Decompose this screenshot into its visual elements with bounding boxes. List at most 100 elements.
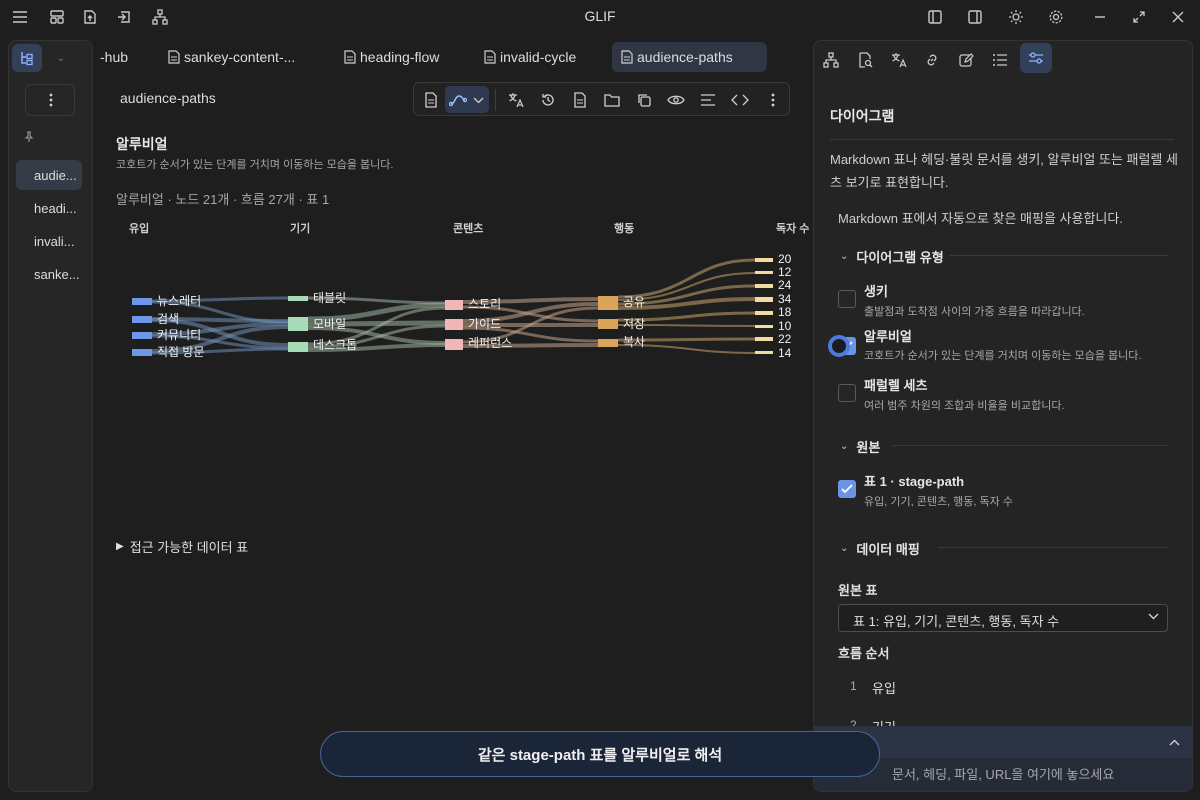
settings-gear-icon[interactable]	[1046, 7, 1066, 27]
tab-label: -hub	[100, 49, 129, 65]
node-desktop[interactable]	[288, 342, 308, 352]
nodes-action	[598, 296, 618, 347]
stage-label-device: 기기	[290, 221, 310, 235]
minimize-icon[interactable]	[1090, 7, 1110, 27]
node-save[interactable]	[598, 319, 618, 329]
translate-icon[interactable]	[505, 89, 527, 111]
diagram-type-section-toggle[interactable]: ⌄ 다이어그램 유형	[840, 247, 944, 266]
node-guide[interactable]	[445, 319, 463, 330]
node-reader-24[interactable]	[755, 284, 773, 288]
node-tablet[interactable]	[288, 296, 308, 301]
hierarchy-icon[interactable]	[817, 46, 845, 74]
divider	[938, 547, 1168, 548]
node-label: 가이드	[468, 317, 501, 331]
more-vertical-icon[interactable]	[762, 89, 784, 111]
node-community[interactable]	[132, 332, 152, 339]
file-item-invalid-cycle[interactable]: invali...	[16, 226, 82, 256]
node-reader-20[interactable]	[755, 258, 773, 262]
sliders-icon[interactable]	[1020, 43, 1052, 73]
node-label: 검색	[157, 312, 179, 326]
node-reference[interactable]	[445, 339, 463, 350]
tab-invalid-cycle[interactable]: invalid-cycle	[484, 42, 576, 72]
diagram-type-dropdown[interactable]	[445, 86, 489, 113]
section-heading: 데이터 매핑	[856, 542, 920, 557]
list-icon[interactable]	[986, 46, 1014, 74]
tab-sankey-content[interactable]: sankey-content-...	[168, 42, 295, 72]
file-item-audience-paths[interactable]: audie...	[16, 160, 82, 190]
code-icon[interactable]	[729, 89, 751, 111]
node-label: 공유	[623, 295, 645, 309]
mapping-section-toggle[interactable]: ⌄ 데이터 매핑	[840, 539, 920, 558]
node-reader-34[interactable]	[755, 297, 773, 302]
source-table-checkbox[interactable]	[838, 480, 856, 498]
edit-icon[interactable]	[952, 46, 980, 74]
node-newsletter[interactable]	[132, 298, 152, 305]
link-icon[interactable]	[918, 46, 946, 74]
copy-icon[interactable]	[633, 89, 655, 111]
file-item-heading-flow[interactable]: headi...	[16, 193, 82, 223]
file-search-icon[interactable]	[851, 46, 879, 74]
file-icon	[484, 50, 496, 64]
right-sidebar: 다이어그램 Markdown 표나 헤딩·불릿 문서를 생키, 알루비얼 또는 …	[813, 40, 1193, 792]
theme-sun-icon[interactable]	[1006, 7, 1026, 27]
divider	[892, 445, 1168, 446]
parallel-sets-checkbox[interactable]	[838, 384, 856, 402]
chevron-down-icon[interactable]: ⌄	[49, 50, 73, 66]
node-reader-22[interactable]	[755, 337, 773, 341]
node-reader-18[interactable]	[755, 311, 773, 315]
node-search[interactable]	[132, 316, 152, 323]
tab-bar: -hub sankey-content-... heading-flow inv…	[94, 40, 810, 76]
node-direct[interactable]	[132, 349, 152, 356]
node-label: 34	[778, 292, 792, 306]
flow-order-item[interactable]: 2 기기	[838, 713, 1168, 727]
interpret-as-alluvial-button[interactable]: 같은 stage-path 표를 알루비얼로 해석	[320, 731, 880, 777]
node-reader-12[interactable]	[755, 271, 773, 274]
eye-icon[interactable]	[665, 89, 687, 111]
maximize-icon[interactable]	[1129, 7, 1149, 27]
tab-label: heading-flow	[360, 49, 440, 65]
stage-label-reader: 독자 수	[776, 221, 809, 235]
more-menu-button[interactable]	[25, 84, 75, 116]
history-icon[interactable]	[537, 89, 559, 111]
sankey-checkbox[interactable]	[838, 290, 856, 308]
nodes-device	[288, 296, 308, 352]
auto-mapping-note: Markdown 표에서 자동으로 찾은 매핑을 사용합니다.	[838, 211, 1123, 226]
node-copy[interactable]	[598, 339, 618, 347]
tab-audience-paths[interactable]: audience-paths	[612, 42, 767, 72]
chevron-up-icon[interactable]	[1166, 734, 1182, 750]
title-bar: GLIF	[0, 0, 1200, 34]
file-item-sankey[interactable]: sanke...	[16, 259, 82, 289]
left-sidebar-toggle-icon[interactable]	[925, 7, 945, 27]
tab-heading-flow[interactable]: heading-flow	[344, 42, 439, 72]
node-label: 데스크톱	[313, 338, 357, 352]
close-icon[interactable]	[1168, 7, 1188, 27]
tab-hub[interactable]: -hub	[100, 42, 128, 72]
right-sidebar-toggle-icon[interactable]	[965, 7, 985, 27]
document-icon[interactable]	[569, 89, 591, 111]
source-section-toggle[interactable]: ⌄ 원본	[840, 437, 880, 456]
document-name: audience-paths	[120, 90, 216, 106]
node-mobile[interactable]	[288, 317, 308, 331]
align-left-icon[interactable]	[697, 89, 719, 111]
node-label: 24	[778, 278, 792, 292]
flow-order-label: 흐름 순서	[838, 646, 890, 661]
node-reader-14[interactable]	[755, 351, 773, 354]
node-reader-10[interactable]	[755, 325, 773, 328]
option-desc: 출발점과 도착점 사이의 가중 흐름을 따라갑니다.	[864, 306, 1085, 318]
node-story[interactable]	[445, 300, 463, 310]
source-table-select[interactable]: 표 1: 유입, 기기, 콘텐츠, 행동, 독자 수	[838, 604, 1168, 632]
panel-intro: Markdown 표나 헤딩·불릿 문서를 생키, 알루비얼 또는 패럴렐 세츠…	[830, 152, 1178, 190]
flow-order-item[interactable]: 1 유입	[838, 674, 1168, 700]
flow-link	[617, 258, 756, 299]
pin-icon[interactable]	[21, 129, 37, 145]
section-heading: 원본	[856, 440, 881, 455]
accessible-table-toggle[interactable]: ▶ 접근 가능한 데이터 표	[116, 537, 248, 556]
nodes-content	[445, 300, 463, 350]
chevron-down-icon: ⌄	[840, 543, 849, 554]
chevron-down-icon	[471, 93, 485, 107]
node-share[interactable]	[598, 296, 618, 310]
document-view-icon[interactable]	[420, 89, 442, 111]
folder-icon[interactable]	[601, 89, 623, 111]
file-tree-icon[interactable]	[12, 44, 42, 72]
translate-icon[interactable]	[885, 46, 913, 74]
